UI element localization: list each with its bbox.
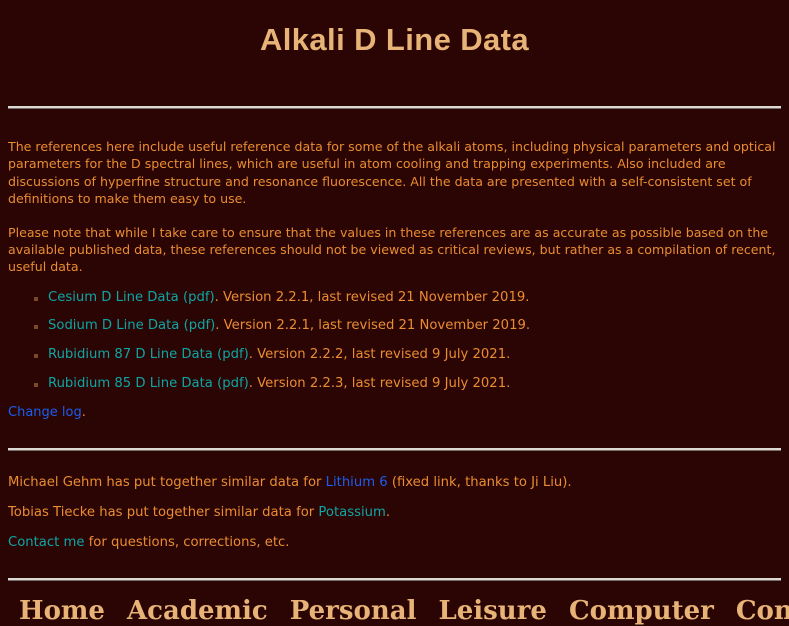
page-root: Alkali D Line Data The references here i… — [0, 0, 789, 626]
reference-link-cesium[interactable]: Cesium D Line Data — [48, 290, 179, 305]
note-lithium: Michael Gehm has put together similar da… — [8, 475, 781, 490]
reference-detail: . Version 2.2.3, last revised 9 July 202… — [248, 376, 511, 392]
reference-list: Cesium D Line Data (pdf). Version 2.2.1,… — [8, 290, 781, 392]
list-item: Sodium D Line Data (pdf). Version 2.2.1,… — [8, 318, 781, 334]
notes-section: Michael Gehm has put together similar da… — [8, 475, 781, 550]
page-title: Alkali D Line Data — [259, 22, 530, 57]
intro-paragraph-2: Please note that while I take care to en… — [8, 224, 776, 275]
intro-paragraph-1: The references here include useful refer… — [8, 139, 776, 207]
change-log-line: Change log. — [8, 405, 781, 420]
reference-pdf-link-sodium[interactable]: (pdf) — [184, 318, 216, 333]
lithium-6-link[interactable]: Lithium 6 — [326, 475, 388, 490]
reference-pdf-link-cesium[interactable]: (pdf) — [183, 290, 215, 305]
note-prefix: Michael Gehm has put together similar da… — [8, 475, 326, 490]
reference-detail: . Version 2.2.1, last revised 21 Novembe… — [215, 318, 531, 334]
divider-bottom — [8, 578, 781, 580]
nav-link-personal[interactable]: Personal — [290, 596, 417, 626]
nav-link-academic[interactable]: Academic — [127, 596, 268, 626]
note-suffix: . — [385, 505, 391, 520]
reference-pdf-link-rubidium-87[interactable]: (pdf) — [217, 347, 249, 362]
reference-pdf-link-rubidium-85[interactable]: (pdf) — [217, 376, 249, 391]
change-log-trailing: . — [81, 405, 86, 420]
note-suffix: (fixed link, thanks to Ji Liu). — [387, 475, 572, 490]
divider-middle — [8, 448, 781, 450]
potassium-link[interactable]: Potassium — [318, 505, 385, 520]
reference-detail: . Version 2.2.2, last revised 9 July 202… — [248, 347, 511, 363]
list-item: Cesium D Line Data (pdf). Version 2.2.1,… — [8, 290, 781, 306]
note-potassium: Tobias Tiecke has put together similar d… — [8, 505, 781, 520]
nav-link-computer[interactable]: Computer — [569, 596, 714, 626]
nav-link-contact[interactable]: Contact — [736, 596, 789, 626]
note-contact: Contact me for questions, corrections, e… — [8, 535, 781, 550]
footer-navigation: Home Academic Personal Leisure Computer Conta… — [8, 596, 789, 626]
nav-link-home[interactable]: Home — [19, 596, 105, 626]
reference-link-rubidium-85[interactable]: Rubidium 85 D Line Data — [48, 376, 213, 391]
reference-link-sodium[interactable]: Sodium D Line Data — [48, 318, 179, 333]
note-suffix: for questions, corrections, etc. — [84, 535, 290, 550]
nav-link-leisure[interactable]: Leisure — [438, 596, 546, 626]
contact-me-link[interactable]: Contact me — [8, 535, 84, 550]
list-item: Rubidium 85 D Line Data (pdf). Version 2… — [8, 376, 781, 392]
reference-detail: . Version 2.2.1, last revised 21 Novembe… — [214, 289, 530, 305]
change-log-link[interactable]: Change log — [8, 405, 82, 420]
note-prefix: Tobias Tiecke has put together similar d… — [8, 505, 319, 520]
reference-link-rubidium-87[interactable]: Rubidium 87 D Line Data — [48, 347, 213, 362]
divider-top — [8, 106, 781, 108]
list-item: Rubidium 87 D Line Data (pdf). Version 2… — [8, 347, 781, 363]
